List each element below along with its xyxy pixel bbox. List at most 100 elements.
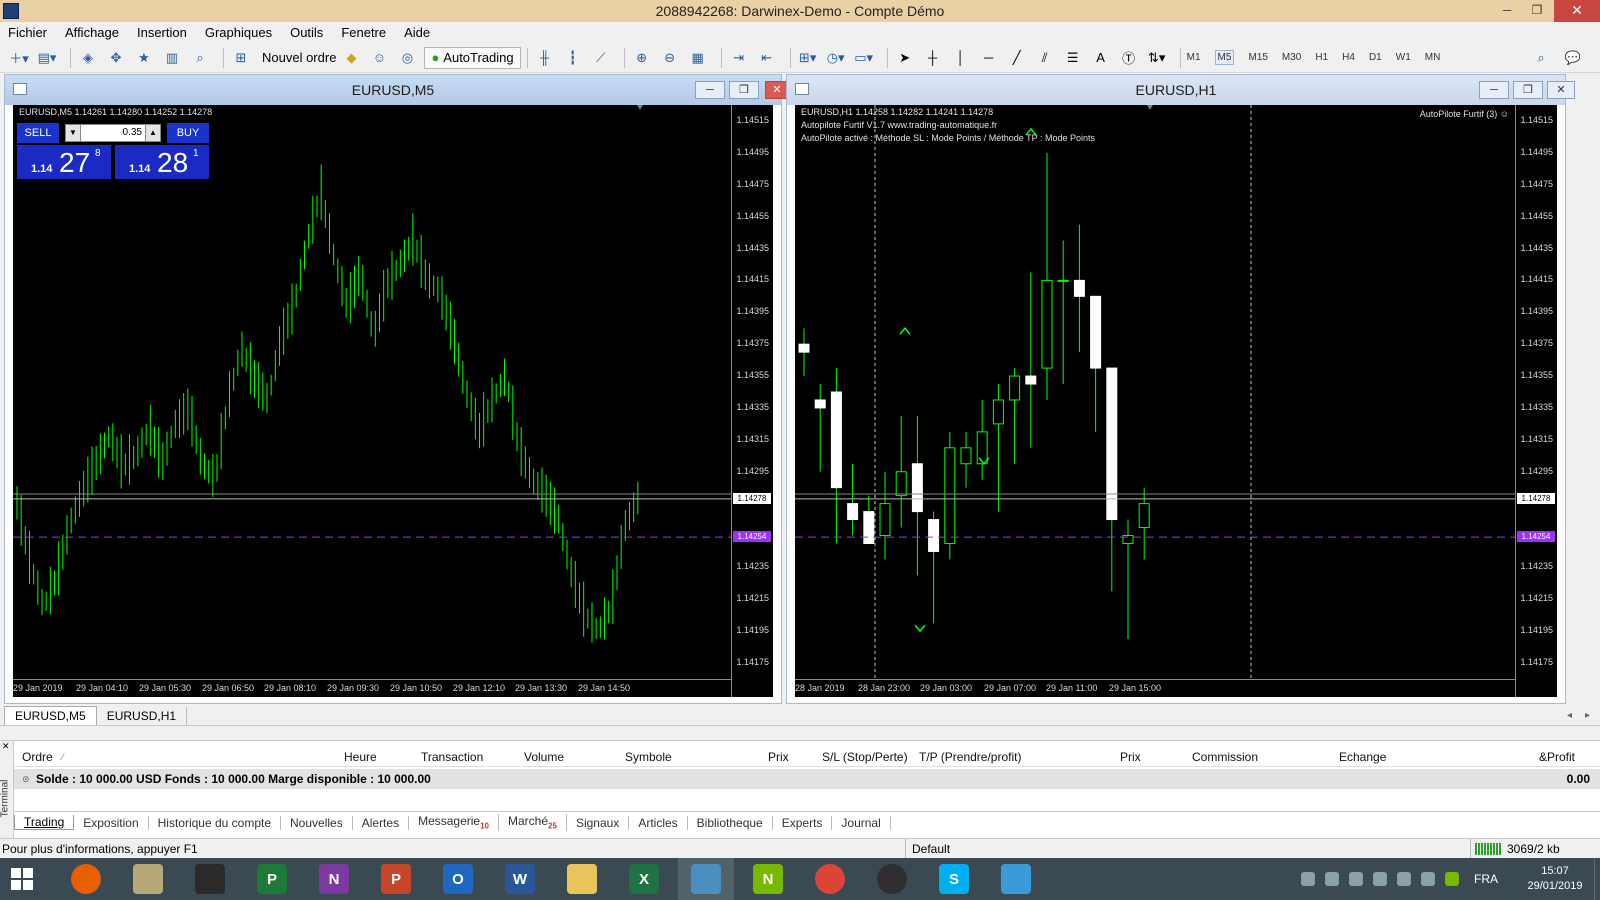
col-sl[interactable]: S/L (Stop/Perte) [822, 750, 908, 764]
tab-eurusd-m5[interactable]: EURUSD,M5 [4, 706, 97, 725]
col-volume[interactable]: Volume [524, 750, 564, 764]
bid-price-box[interactable]: 1.14 27 8 [17, 145, 111, 179]
timeframe-m1[interactable]: M1 [1187, 52, 1201, 63]
line-chart-icon[interactable]: ⟋ [590, 47, 612, 69]
terminal-tab[interactable]: Journal [832, 815, 891, 830]
start-button[interactable] [0, 858, 44, 900]
vertical-line-icon[interactable]: │ [950, 47, 972, 69]
taskbar-app-obs[interactable] [864, 858, 920, 900]
price-scale[interactable]: 1.14515 1.14495 1.14475 1.14455 1.14435 1.144… [731, 105, 773, 697]
timeframe-m15[interactable]: M15 [1248, 52, 1267, 63]
timeframe-d1[interactable]: D1 [1369, 52, 1382, 63]
network-tray-icon[interactable] [1325, 872, 1339, 886]
candlestick-icon[interactable]: ┇ [562, 47, 584, 69]
sell-button[interactable]: SELL [17, 123, 59, 143]
show-desktop-button[interactable] [1594, 858, 1600, 900]
tab-eurusd-h1[interactable]: EURUSD,H1 [97, 706, 188, 725]
language-indicator[interactable]: FRA [1474, 872, 1498, 886]
minimize-button[interactable]: ─ [1492, 0, 1522, 22]
search-icon[interactable]: ⌕ [1530, 47, 1552, 69]
nvidia-tray-icon[interactable] [1445, 872, 1459, 886]
terminal-tab[interactable]: Nouvelles [281, 815, 353, 830]
display-tray-icon[interactable] [1421, 872, 1435, 886]
col-commission[interactable]: Commission [1192, 750, 1258, 764]
text-label-icon[interactable]: Ⓣ [1118, 47, 1140, 69]
chart-shift-icon[interactable]: ⇤ [756, 47, 778, 69]
chart-area-m5[interactable]: EURUSD,M5 1.14261 1.14280 1.14252 1.1427… [13, 105, 773, 697]
chart-restore-button[interactable]: ❐ [1513, 81, 1543, 99]
col-transaction[interactable]: Transaction [421, 750, 483, 764]
templates-icon[interactable]: ▭▾ [853, 47, 875, 69]
signals-icon[interactable]: ☺ [368, 47, 390, 69]
timeframe-m30[interactable]: M30 [1282, 52, 1301, 63]
chart-area-h1[interactable]: EURUSD,H1 1.14258 1.14282 1.14241 1.1427… [795, 105, 1557, 697]
terminal-tab[interactable]: Articles [629, 815, 688, 830]
taskbar-app-metatrader[interactable] [678, 858, 734, 900]
terminal-tab[interactable]: Signaux [567, 815, 630, 830]
clock[interactable]: 15:07 29/01/2019 [1516, 864, 1594, 894]
taskbar-app-explorer[interactable] [554, 858, 610, 900]
time-axis[interactable]: 29 Jan 2019 29 Jan 04:10 29 Jan 05:30 29 Ja… [13, 679, 731, 697]
menu-fenetre[interactable]: Fenetre [341, 25, 386, 40]
ask-price-box[interactable]: 1.14 28 1 [115, 145, 209, 179]
terminal-tab[interactable]: Alertes [353, 815, 410, 830]
candlestick-chart-m5[interactable] [13, 105, 731, 679]
chart-minimize-button[interactable]: ─ [1479, 81, 1509, 99]
bar-chart-icon[interactable]: ╫ [534, 47, 556, 69]
col-prix-actuel[interactable]: Prix [1120, 750, 1141, 764]
tile-windows-icon[interactable]: ▦ [687, 47, 709, 69]
taskbar-app-excel[interactable]: X [616, 858, 672, 900]
indicators-icon[interactable]: ⊞▾ [797, 47, 819, 69]
volume-tray-icon[interactable] [1349, 872, 1363, 886]
col-ordre[interactable]: Ordre [22, 750, 53, 764]
data-window-icon[interactable]: ✥ [105, 47, 127, 69]
taskbar-app-skype[interactable]: S [926, 858, 982, 900]
zoom-out-icon[interactable]: ⊖ [659, 47, 681, 69]
horizontal-line-icon[interactable]: ─ [978, 47, 1000, 69]
timeframe-m5[interactable]: M5 [1214, 50, 1235, 65]
balance-row[interactable]: ⊙ Solde : 10 000.00 USD Fonds : 10 000.0… [14, 769, 1600, 789]
metaeditor-icon[interactable]: ◆ [340, 47, 362, 69]
battery-tray-icon[interactable] [1373, 872, 1387, 886]
terminal-tab[interactable]: Marché25 [499, 814, 567, 831]
trendline-icon[interactable]: ╱ [1006, 47, 1028, 69]
taskbar-app-outlook[interactable]: O [430, 858, 486, 900]
buy-button[interactable]: BUY [167, 123, 209, 143]
lot-down-icon[interactable]: ▼ [65, 124, 81, 142]
taskbar-app-owl[interactable] [182, 858, 238, 900]
channel-icon[interactable]: ⫽ [1034, 47, 1056, 69]
col-profit[interactable]: &Profit [1539, 750, 1575, 764]
candlestick-chart-h1[interactable] [795, 105, 1515, 679]
taskbar-app-onenote[interactable]: N [306, 858, 362, 900]
flag-tray-icon[interactable] [1397, 872, 1411, 886]
tabs-scroll-left-icon[interactable]: ◂ [1567, 710, 1572, 721]
zoom-in-icon[interactable]: ⊕ [631, 47, 653, 69]
terminal-tab[interactable]: Historique du compte [149, 815, 282, 830]
chart-shift-marker[interactable] [1147, 105, 1153, 110]
col-heure[interactable]: Heure [344, 750, 377, 764]
terminal-icon[interactable]: ▥ [161, 47, 183, 69]
tabs-scroll-right-icon[interactable]: ▸ [1585, 710, 1590, 721]
terminal-close-icon[interactable]: ✕ [2, 741, 10, 752]
timeframe-h1[interactable]: H1 [1315, 52, 1328, 63]
profiles-icon[interactable]: ▤▾ [36, 47, 58, 69]
col-tp[interactable]: T/P (Prendre/profit) [919, 750, 1021, 764]
market-watch-icon[interactable]: ◈ [77, 47, 99, 69]
menu-insertion[interactable]: Insertion [137, 25, 187, 40]
taskbar-app-powerpoint[interactable]: P [368, 858, 424, 900]
close-button[interactable]: ✕ [1554, 0, 1600, 22]
cursor-icon[interactable]: ➤ [894, 47, 916, 69]
lot-up-icon[interactable]: ▲ [145, 124, 161, 142]
crosshair-icon[interactable]: ┼ [922, 47, 944, 69]
chart-minimize-button[interactable]: ─ [695, 81, 725, 99]
arrows-icon[interactable]: ⇅▾ [1146, 47, 1168, 69]
terminal-tab[interactable]: Bibliotheque [688, 815, 773, 830]
new-chart-icon[interactable]: ＋▾ [8, 47, 30, 69]
market-icon[interactable]: ◎ [396, 47, 418, 69]
menu-graphiques[interactable]: Graphiques [205, 25, 272, 40]
taskbar-app-chrome[interactable] [802, 858, 858, 900]
terminal-tab[interactable]: Messagerie10 [409, 814, 500, 831]
expert-advisor-label[interactable]: AutoPilote Furtif (3) ☺ [1420, 109, 1509, 119]
col-echange[interactable]: Echange [1339, 750, 1386, 764]
chat-icon[interactable]: 💬 [1562, 47, 1584, 69]
